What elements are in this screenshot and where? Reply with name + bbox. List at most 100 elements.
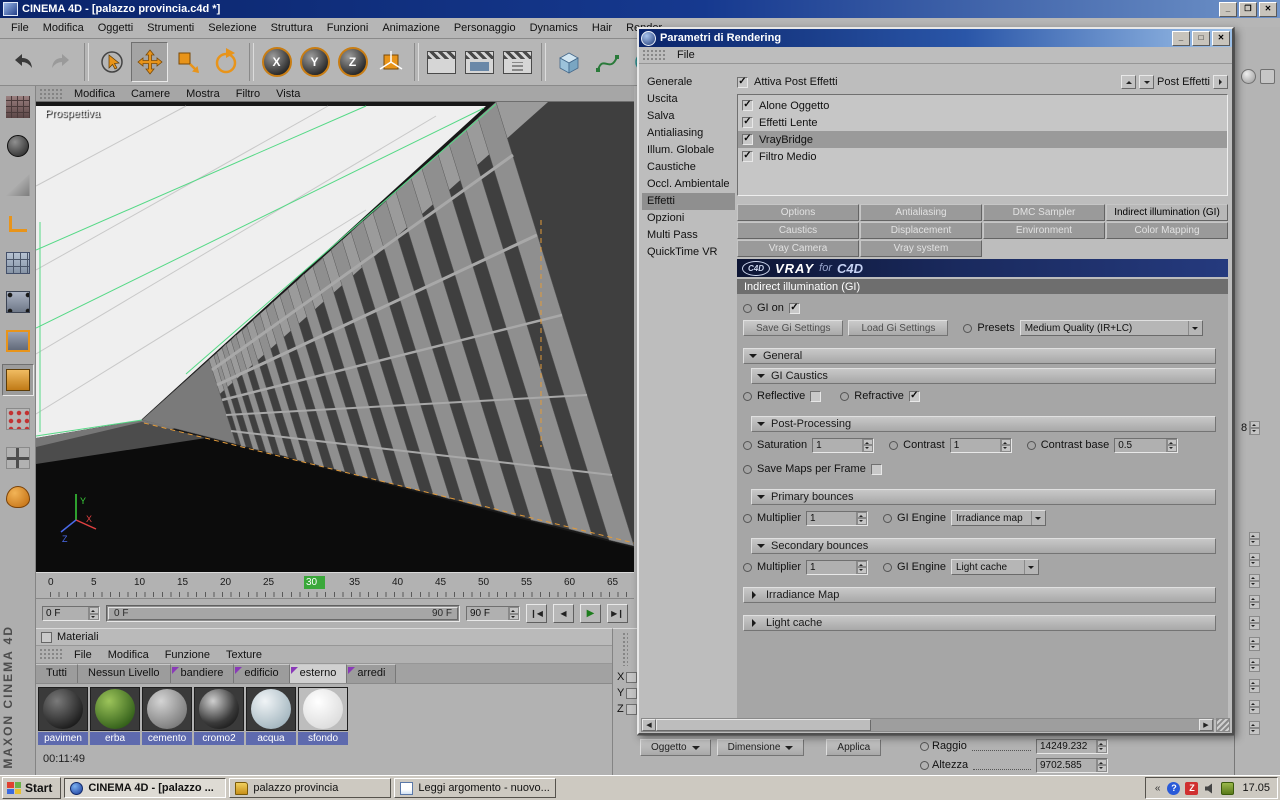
drag-grip[interactable]	[39, 87, 63, 100]
saturation-spinner[interactable]	[862, 438, 874, 452]
anim-dot-icon[interactable]	[920, 760, 929, 770]
model-mode-button[interactable]	[2, 130, 34, 162]
spinner[interactable]	[1249, 532, 1260, 546]
coord-x-lock[interactable]	[626, 671, 637, 683]
scroll-left-arrow[interactable]: ◀	[642, 719, 656, 731]
vray-tab-caustics[interactable]: Caustics	[737, 222, 859, 239]
snap-settings-button[interactable]	[2, 403, 34, 435]
spinner[interactable]	[1249, 721, 1260, 735]
task-browser[interactable]: Leggi argomento - nuovo...	[394, 778, 557, 798]
post-effetti-down-button[interactable]	[1139, 75, 1154, 89]
contrast-field[interactable]: 1	[949, 437, 1012, 453]
attiva-post-effetti-checkbox[interactable]	[737, 76, 748, 88]
dialog-horizontal-scrollbar[interactable]: ◀ ▶	[641, 718, 1214, 732]
post-effetti-up-button[interactable]	[1121, 75, 1136, 89]
mat-menu-funzione[interactable]: Funzione	[157, 649, 218, 661]
anim-dot-icon[interactable]	[743, 513, 752, 523]
category-multi-pass[interactable]: Multi Pass	[642, 227, 735, 244]
timeline-ruler[interactable]: 0 5 10 15 20 25 30 35 40 45 50 55 60 65	[36, 572, 634, 598]
section-irradiance-map[interactable]: Irradiance Map	[743, 587, 1216, 603]
hidden-field-spinner[interactable]	[1249, 421, 1261, 435]
render-region-button[interactable]	[461, 42, 498, 82]
vray-tab-environment[interactable]: Environment	[983, 222, 1105, 239]
spinner[interactable]	[1249, 679, 1260, 693]
frame-end-spinner[interactable]	[508, 607, 519, 620]
live-selection-button[interactable]	[93, 42, 130, 82]
section-light-cache[interactable]: Light cache	[743, 615, 1216, 631]
vray-tab-vray-camera[interactable]: Vray Camera	[737, 240, 859, 257]
reflective-checkbox[interactable]	[810, 390, 822, 402]
spinner[interactable]	[1249, 637, 1260, 651]
render-settings-button[interactable]	[499, 42, 536, 82]
frame-end-field[interactable]: 90 F	[466, 606, 520, 621]
drag-grip[interactable]	[642, 48, 666, 62]
task-cinema4d[interactable]: CINEMA 4D - [palazzo ...	[64, 778, 227, 798]
dialog-close-button[interactable]: ✕	[1212, 30, 1230, 46]
presets-dropdown[interactable]: Medium Quality (IR+LC)	[1019, 320, 1203, 336]
dialog-minimize-button[interactable]: _	[1172, 30, 1190, 46]
post-effetti-menu-button[interactable]	[1213, 75, 1228, 89]
scale-tool-button[interactable]	[169, 42, 206, 82]
panel-lock-icon[interactable]	[1260, 69, 1275, 84]
tray-help-icon[interactable]: ?	[1167, 781, 1181, 795]
anim-dot-icon[interactable]	[883, 562, 893, 572]
menu-funzioni[interactable]: Funzioni	[320, 20, 376, 36]
restore-button[interactable]: ❐	[1239, 1, 1257, 17]
resize-grip[interactable]	[1216, 718, 1230, 732]
vp-menu-vista[interactable]: Vista	[268, 88, 308, 100]
lock-z-axis-button[interactable]: Z	[334, 42, 371, 82]
dialog-menu-file[interactable]: File	[669, 49, 703, 61]
goto-start-button[interactable]: ❙◀	[526, 604, 547, 623]
section-general[interactable]: General	[743, 348, 1216, 364]
anim-dot-icon[interactable]	[743, 303, 752, 313]
timeline-range-slider[interactable]: 0 F 90 F	[106, 605, 460, 622]
vray-tab-indirect-illumination[interactable]: Indirect illumination (GI)	[1106, 204, 1228, 221]
menu-animazione[interactable]: Animazione	[375, 20, 446, 36]
tray-volume-icon[interactable]	[1203, 782, 1216, 795]
vray-tab-color-mapping[interactable]: Color Mapping	[1106, 222, 1228, 239]
lock-y-axis-button[interactable]: Y	[296, 42, 333, 82]
spinner[interactable]	[1249, 658, 1260, 672]
anim-dot-icon[interactable]	[920, 741, 929, 751]
material-item[interactable]: erba	[90, 687, 140, 745]
vray-tab-dmc-sampler[interactable]: DMC Sampler	[983, 204, 1105, 221]
vray-tab-vray-system[interactable]: Vray system	[860, 240, 982, 257]
tab-arredi[interactable]: arredi	[347, 664, 397, 683]
saturation-field[interactable]: 1	[812, 437, 875, 453]
prev-frame-button[interactable]: ◀	[553, 604, 574, 623]
coordinate-system-button[interactable]	[372, 42, 409, 82]
move-tool-button[interactable]	[131, 42, 168, 82]
spinner[interactable]	[1249, 700, 1260, 714]
vp-menu-modifica[interactable]: Modifica	[66, 88, 123, 100]
section-secondary-bounces[interactable]: Secondary bounces	[751, 538, 1216, 554]
post-effect-item-selected[interactable]: VrayBridge	[738, 131, 1227, 148]
category-antialiasing[interactable]: Antialiasing	[642, 125, 735, 142]
category-occl-ambientale[interactable]: Occl. Ambientale	[642, 176, 735, 193]
spinner[interactable]	[1249, 616, 1260, 630]
workplane-mode-button[interactable]	[2, 208, 34, 240]
object-axis-mode-button[interactable]	[2, 247, 34, 279]
vraybridge-checkbox[interactable]	[742, 134, 753, 145]
filtro-medio-checkbox[interactable]	[742, 151, 753, 162]
make-editable-button[interactable]	[2, 91, 34, 123]
anim-dot-icon[interactable]	[889, 440, 899, 450]
current-frame-marker[interactable]: 30	[304, 576, 326, 589]
anim-dot-icon[interactable]	[743, 464, 752, 474]
primary-engine-dropdown[interactable]: Irradiance map	[950, 510, 1046, 526]
polygons-mode-button[interactable]	[1, 364, 34, 396]
vp-menu-camere[interactable]: Camere	[123, 88, 178, 100]
save-maps-checkbox[interactable]	[870, 463, 882, 475]
scrollbar-thumb[interactable]	[656, 719, 871, 731]
range-handle[interactable]: 0 F 90 F	[108, 607, 458, 620]
menu-oggetti[interactable]: Oggetti	[91, 20, 140, 36]
post-effect-item[interactable]: Filtro Medio	[738, 148, 1227, 165]
material-item[interactable]: acqua	[246, 687, 296, 745]
anim-dot-icon[interactable]	[1026, 440, 1036, 450]
magnet-tool-button[interactable]	[2, 481, 34, 513]
render-view-button[interactable]	[423, 42, 460, 82]
anim-dot-icon[interactable]	[883, 513, 893, 523]
tab-tutti[interactable]: Tutti	[36, 664, 78, 683]
category-salva[interactable]: Salva	[642, 108, 735, 125]
close-button[interactable]: ✕	[1259, 1, 1277, 17]
vray-tab-antialiasing[interactable]: Antialiasing	[860, 204, 982, 221]
